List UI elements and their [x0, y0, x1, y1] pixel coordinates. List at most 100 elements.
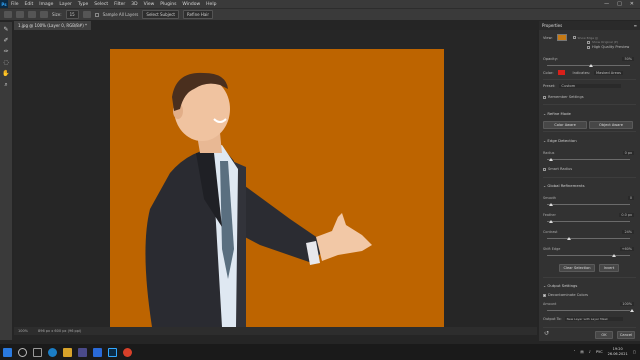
- shift-edge-knob[interactable]: [611, 253, 616, 257]
- shift-edge-slider[interactable]: [547, 253, 630, 257]
- home-icon[interactable]: [4, 11, 12, 18]
- smooth-slider[interactable]: [547, 202, 630, 206]
- divider: [543, 277, 636, 278]
- edge-icon[interactable]: [48, 347, 57, 357]
- hand-icon[interactable]: ✋: [2, 70, 10, 77]
- radius-slider[interactable]: [547, 157, 630, 161]
- lasso-icon[interactable]: ◌: [2, 59, 10, 66]
- mail-icon[interactable]: [93, 347, 102, 357]
- store-icon[interactable]: [78, 347, 87, 357]
- color-swatch[interactable]: [557, 70, 565, 75]
- refine-edge-brush-icon[interactable]: ✑: [2, 48, 10, 55]
- angle-icon[interactable]: [82, 11, 91, 18]
- photoshop-logo: Ps: [0, 0, 8, 8]
- canvas-image[interactable]: [110, 49, 444, 327]
- clear-selection-button[interactable]: Clear Selection: [559, 264, 595, 272]
- output-to-select[interactable]: New Layer with Layer Mask: [564, 317, 623, 321]
- object-aware-button[interactable]: Object Aware: [589, 121, 633, 129]
- window-controls: — □ ✕: [604, 1, 640, 7]
- menu-file[interactable]: File: [8, 2, 22, 7]
- files-icon[interactable]: [63, 347, 72, 357]
- task-view-icon[interactable]: [33, 347, 42, 357]
- show-original-checkbox[interactable]: [587, 40, 590, 44]
- contrast-value[interactable]: 24%: [622, 230, 634, 234]
- contrast-slider[interactable]: [547, 236, 630, 240]
- opacity-slider[interactable]: [547, 63, 630, 67]
- brush-subtract-icon[interactable]: [40, 11, 48, 18]
- sample-all-layers-checkbox[interactable]: [94, 12, 99, 17]
- feather-value[interactable]: 0.0 px: [619, 213, 634, 217]
- view-thumbnail[interactable]: [556, 34, 567, 41]
- color-aware-button[interactable]: Color Aware: [543, 121, 587, 129]
- decontaminate-checkbox[interactable]: [543, 293, 546, 297]
- brush-icon[interactable]: ✐: [2, 37, 10, 44]
- radius-label: Radius: [543, 151, 555, 155]
- network-icon[interactable]: ▤: [580, 350, 583, 354]
- ok-button[interactable]: OK: [595, 331, 613, 339]
- amount-value[interactable]: 100%: [620, 302, 634, 306]
- options-bar: Size: 15 Sample All Layers Select Subjec…: [0, 8, 640, 20]
- document-tab[interactable]: 1.jpg @ 100% (Layer 0, RGB/8#) *: [14, 21, 92, 30]
- minimize-icon[interactable]: —: [604, 1, 609, 7]
- zoom-icon[interactable]: ⌕: [2, 81, 10, 88]
- zoom-level[interactable]: 100%: [18, 329, 28, 333]
- menu-layer[interactable]: Layer: [56, 2, 75, 7]
- output-settings-header[interactable]: ⌄ Output Settings: [543, 283, 577, 288]
- refine-mode-header[interactable]: ⌄ Refine Mode: [543, 111, 571, 116]
- search-icon[interactable]: [18, 347, 27, 357]
- menu-plugins[interactable]: Plugins: [157, 2, 179, 7]
- global-refinements-header[interactable]: ⌄ Global Refinements: [543, 183, 585, 188]
- quick-selection-icon[interactable]: ✎: [2, 26, 10, 33]
- menu-image[interactable]: Image: [36, 2, 56, 7]
- windows-icon[interactable]: [3, 347, 12, 357]
- language-indicator[interactable]: РУС: [596, 350, 603, 354]
- opacity-knob[interactable]: [588, 63, 593, 67]
- clock[interactable]: 19:20 26.06.2021: [608, 347, 628, 357]
- select-subject-button[interactable]: Select Subject: [142, 10, 179, 19]
- menu-filter[interactable]: Filter: [111, 2, 128, 7]
- feather-knob[interactable]: [548, 219, 553, 223]
- radius-knob[interactable]: [548, 157, 553, 161]
- refine-hair-button[interactable]: Refine Hair: [182, 10, 214, 19]
- quick-selection-tool-icon[interactable]: [16, 11, 24, 18]
- amount-knob[interactable]: [630, 308, 634, 312]
- smooth-value[interactable]: 0: [627, 196, 634, 200]
- notifications-icon[interactable]: ▢: [633, 350, 636, 354]
- edge-detection-header[interactable]: ⌄ Edge Detection: [543, 138, 577, 143]
- size-field[interactable]: 15: [65, 10, 79, 19]
- brush-add-icon[interactable]: [28, 11, 36, 18]
- menu-type[interactable]: Type: [75, 2, 91, 7]
- feather-slider[interactable]: [547, 219, 630, 223]
- properties-title: Properties: [542, 23, 563, 28]
- decontaminate-row: Decontaminate Colors: [543, 293, 636, 297]
- preset-select[interactable]: Custom: [559, 84, 622, 88]
- invert-button[interactable]: Invert: [599, 264, 619, 272]
- menu-help[interactable]: Help: [203, 2, 219, 7]
- cancel-button[interactable]: Cancel: [617, 331, 635, 339]
- photoshop-icon[interactable]: [108, 347, 117, 357]
- sample-all-layers-label: Sample All Layers: [102, 12, 139, 17]
- radius-value[interactable]: 0 px: [622, 151, 634, 155]
- panel-menu-icon[interactable]: ≡: [634, 23, 637, 28]
- menu-view[interactable]: View: [141, 2, 158, 7]
- close-icon[interactable]: ✕: [630, 1, 634, 7]
- maximize-icon[interactable]: □: [617, 1, 622, 7]
- menu-select[interactable]: Select: [91, 2, 111, 7]
- smart-radius-checkbox[interactable]: [543, 167, 546, 171]
- menu-edit[interactable]: Edit: [22, 2, 37, 7]
- contrast-knob[interactable]: [566, 236, 571, 240]
- indicates-select[interactable]: Masked Areas: [594, 70, 623, 75]
- amount-slider[interactable]: [547, 308, 634, 312]
- opacity-value[interactable]: 50%: [622, 57, 634, 61]
- chrome-icon[interactable]: [123, 347, 132, 357]
- reset-icon[interactable]: ↺: [544, 330, 549, 337]
- remember-settings-checkbox[interactable]: [543, 95, 546, 99]
- show-edge-checkbox[interactable]: [572, 36, 576, 39]
- menu-3d[interactable]: 3D: [128, 2, 140, 7]
- shift-edge-value[interactable]: +60%: [619, 247, 634, 251]
- high-quality-checkbox[interactable]: [587, 45, 590, 49]
- smooth-knob[interactable]: [548, 202, 553, 206]
- volume-icon[interactable]: ♪: [589, 350, 591, 354]
- menu-window[interactable]: Window: [179, 2, 203, 7]
- tray-chevron-icon[interactable]: ˄: [574, 350, 576, 354]
